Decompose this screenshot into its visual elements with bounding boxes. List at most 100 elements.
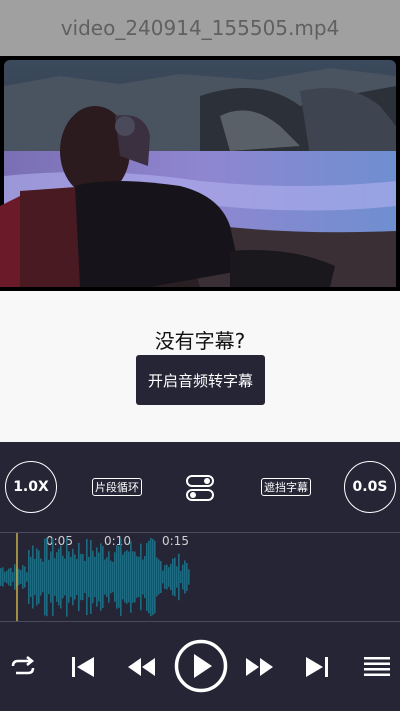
waveform-bar — [88, 556, 90, 598]
waveform-bar — [182, 564, 184, 590]
toggle-icon[interactable] — [186, 474, 214, 502]
waveform-bar — [96, 547, 98, 607]
waveform-bar — [48, 559, 50, 595]
waveform-bar — [84, 560, 86, 594]
waveform-bar — [2, 567, 4, 587]
waveform-bar — [184, 560, 186, 594]
no-subtitle-prompt: 没有字幕? — [154, 329, 246, 353]
waveform-bar — [144, 555, 146, 599]
waveform-bar — [40, 558, 42, 596]
subtitle-offset-button[interactable]: 0.0S — [344, 461, 396, 513]
waveform-bar — [128, 551, 130, 603]
subtitle-area: 没有字幕? 开启音频转字幕 — [0, 291, 400, 442]
waveform-bar — [112, 561, 114, 593]
waveform-bar — [146, 543, 148, 611]
waveform-bar — [124, 551, 126, 603]
waveform-bar — [32, 545, 34, 609]
play-icon[interactable] — [174, 639, 228, 693]
waveform-bar — [82, 553, 84, 601]
title-bar: video_240914_155505.mp4 — [0, 0, 400, 56]
waveform-bar — [94, 556, 96, 598]
waveform-bar — [68, 551, 70, 603]
waveform-bar — [122, 554, 124, 600]
subtitle-list-icon[interactable] — [362, 654, 392, 680]
waveform-bar — [140, 543, 142, 611]
waveform-bar — [24, 566, 26, 588]
waveform-bar — [50, 551, 52, 603]
waveform-bar — [56, 552, 58, 602]
waveform-bar — [72, 548, 74, 606]
waveform-bar — [8, 568, 10, 586]
waveform-bar — [42, 561, 44, 593]
waveform-bar — [62, 555, 64, 599]
waveform-bar — [98, 552, 100, 602]
waveform-bar — [106, 557, 108, 597]
block-subtitle-button[interactable]: 遮挡字幕 — [261, 478, 311, 496]
waveform-bar — [166, 564, 168, 590]
waveform-bar — [164, 565, 166, 589]
waveform-bar — [100, 543, 102, 611]
waveform-bar — [142, 559, 144, 595]
waveform-bar — [154, 540, 156, 614]
waveform-bar — [92, 550, 94, 604]
loop-segment-button[interactable]: 片段循环 — [92, 478, 142, 496]
waveform-bar — [150, 537, 152, 617]
waveform-bar — [114, 552, 116, 602]
waveform-bar — [20, 570, 22, 584]
video-title: video_240914_155505.mp4 — [60, 16, 340, 40]
waveform-bar — [104, 559, 106, 595]
waveform-bar — [156, 557, 158, 597]
waveform-bar — [176, 566, 178, 588]
next-icon[interactable] — [302, 652, 332, 682]
waveform-bar — [188, 569, 190, 585]
waveform-bar — [90, 540, 92, 614]
waveform-bar — [134, 551, 136, 603]
waveform-bar — [28, 550, 30, 604]
waveform-bar — [18, 568, 20, 586]
rewind-icon[interactable] — [126, 654, 158, 680]
waveform-bar — [148, 540, 150, 614]
waveform-bar — [180, 570, 182, 584]
waveform-bar — [138, 556, 140, 598]
waveform-bar — [30, 556, 32, 598]
repeat-icon[interactable] — [8, 654, 38, 680]
waveform-bar — [12, 572, 14, 582]
waveform-bar — [162, 570, 164, 584]
waveform-bar — [70, 556, 72, 598]
waveform-bar — [132, 551, 134, 603]
waveform-bar — [34, 558, 36, 596]
video-player[interactable] — [0, 56, 400, 291]
waveform-bar — [102, 546, 104, 608]
previous-icon[interactable] — [68, 652, 98, 682]
waveform-bar — [26, 572, 28, 582]
waveform-bar — [64, 558, 66, 596]
waveform-bar — [168, 567, 170, 587]
waveform-bar — [38, 550, 40, 604]
waveform-bar — [108, 551, 110, 603]
audio-waveform[interactable] — [0, 533, 400, 621]
waveform-bar — [110, 560, 112, 594]
waveform-bar — [0, 568, 2, 586]
waveform-bar — [58, 548, 60, 606]
speed-button[interactable]: 1.0X — [5, 461, 57, 513]
waveform-bar — [172, 558, 174, 596]
waveform-bar — [136, 556, 138, 598]
waveform-bar — [74, 554, 76, 600]
waveform-bar — [160, 561, 162, 593]
playback-bar — [0, 622, 400, 711]
waveform-bar — [170, 563, 172, 591]
fast-forward-icon[interactable] — [243, 654, 275, 680]
waveform-bar — [60, 545, 62, 609]
video-frame — [0, 60, 396, 287]
waveform-bar — [158, 559, 160, 595]
waveform-bar — [118, 546, 120, 608]
waveform-bar — [66, 537, 68, 617]
audio-to-subtitle-button[interactable]: 开启音频转字幕 — [136, 355, 265, 405]
control-row: 1.0X 片段循环 遮挡字幕 0.0S — [0, 442, 400, 532]
waveform-bar — [44, 538, 46, 616]
waveform-bar — [178, 553, 180, 601]
waveform-bar — [86, 538, 88, 616]
waveform-bar — [36, 548, 38, 606]
waveform-bar — [120, 538, 122, 616]
waveform-bar — [76, 559, 78, 595]
